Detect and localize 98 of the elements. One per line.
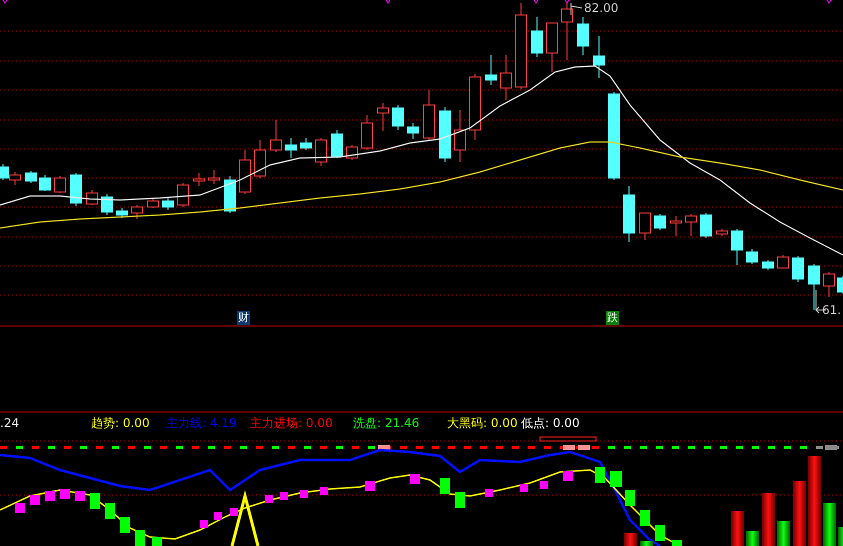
candlestick <box>777 254 789 268</box>
candlestick <box>670 216 682 236</box>
candlestick <box>9 172 21 186</box>
candlestick <box>131 204 143 220</box>
candlestick <box>808 264 820 310</box>
candlestick <box>837 276 843 294</box>
volume-bar <box>746 531 759 546</box>
candlestick <box>500 54 512 100</box>
candlestick <box>254 140 266 178</box>
wash-block <box>300 490 308 498</box>
wash-block <box>90 493 100 509</box>
wash-block <box>610 471 622 487</box>
candlestick <box>654 214 666 230</box>
candlestick <box>623 186 635 242</box>
wash-block <box>320 487 328 495</box>
candlestick <box>285 138 297 158</box>
candlestick <box>531 16 543 58</box>
candlestick <box>454 110 466 162</box>
wash-block <box>440 478 450 494</box>
wash-block <box>563 471 573 481</box>
indicator-readout: 洗盘: 21.46 <box>353 416 420 430</box>
candlestick <box>377 102 389 132</box>
volume-bar <box>838 527 843 546</box>
wash-block <box>672 540 682 546</box>
indicator-readout: 大黑码: 0.00 <box>447 416 518 430</box>
candlestick <box>0 164 9 180</box>
volume-bar <box>777 521 790 546</box>
wash-block <box>595 467 605 483</box>
signal-mark: 跌 <box>606 311 619 325</box>
signal-mark: 财 <box>237 311 250 325</box>
indicator-value: .24 <box>0 416 20 430</box>
candlestick <box>86 190 98 206</box>
candlestick <box>407 122 419 140</box>
candlestick <box>208 170 220 184</box>
wash-block <box>410 474 420 484</box>
volume-bar <box>624 533 637 546</box>
volume-bar <box>731 511 744 546</box>
wash-block <box>520 484 528 492</box>
candlestick <box>639 212 651 240</box>
high-pointer-icon <box>570 2 582 16</box>
indicator-readout: 趋势: 0.00 <box>91 416 150 430</box>
candlestick <box>485 54 497 86</box>
wash-block <box>655 525 665 541</box>
candlestick <box>392 104 404 130</box>
candlestick <box>593 36 605 78</box>
wash-block <box>105 503 115 519</box>
candlestick <box>331 130 343 158</box>
candlestick <box>439 106 451 162</box>
candlestick <box>700 212 712 238</box>
candlestick <box>300 138 312 150</box>
price-label: 82.00 <box>584 1 618 15</box>
volume-bar <box>762 493 775 546</box>
candlestick <box>577 16 589 56</box>
candlestick <box>423 90 435 140</box>
candlestick <box>101 194 113 216</box>
wash-block <box>625 490 635 506</box>
candlestick <box>239 150 251 194</box>
candlestick <box>177 182 189 208</box>
candlestick <box>315 138 327 166</box>
candlestick <box>469 74 481 140</box>
candlestick <box>346 144 358 160</box>
wash-block <box>540 481 548 489</box>
candlestick <box>116 208 128 218</box>
price-label: 61. <box>822 303 842 317</box>
wash-block <box>365 481 375 491</box>
candlestick <box>54 176 66 194</box>
indicator-readout: 低点: 0.00 <box>521 416 580 430</box>
candlestick <box>193 172 205 186</box>
candlestick <box>685 214 697 236</box>
wash-block <box>455 492 465 508</box>
wash-block <box>640 510 650 526</box>
candlestick <box>25 170 37 184</box>
wash-block <box>120 517 130 533</box>
candlestick <box>731 228 743 266</box>
volume-bar <box>823 503 836 546</box>
candlestick <box>762 260 774 270</box>
indicator-readout: 主力进场: 0.00 <box>250 416 333 430</box>
wash-block <box>485 489 493 497</box>
spike-line <box>230 490 260 546</box>
candlestick <box>224 176 236 214</box>
outline-marker <box>540 436 596 442</box>
candlestick <box>716 228 728 236</box>
candlestick <box>823 272 835 298</box>
candlestick <box>746 248 758 264</box>
candlestick <box>162 198 174 210</box>
candlestick <box>546 22 558 72</box>
candlestick <box>792 256 804 282</box>
volume-bar <box>793 481 806 546</box>
candlestick <box>361 114 373 150</box>
volume-bar <box>640 541 653 546</box>
candlestick <box>147 198 159 208</box>
wash-block <box>135 530 145 546</box>
candlestick <box>39 174 51 192</box>
candlestick <box>270 120 282 152</box>
wash-block <box>152 537 162 546</box>
candlestick <box>561 2 573 60</box>
candlestick <box>70 172 82 206</box>
indicator-readout: 主力线: 4.19 <box>166 416 237 430</box>
